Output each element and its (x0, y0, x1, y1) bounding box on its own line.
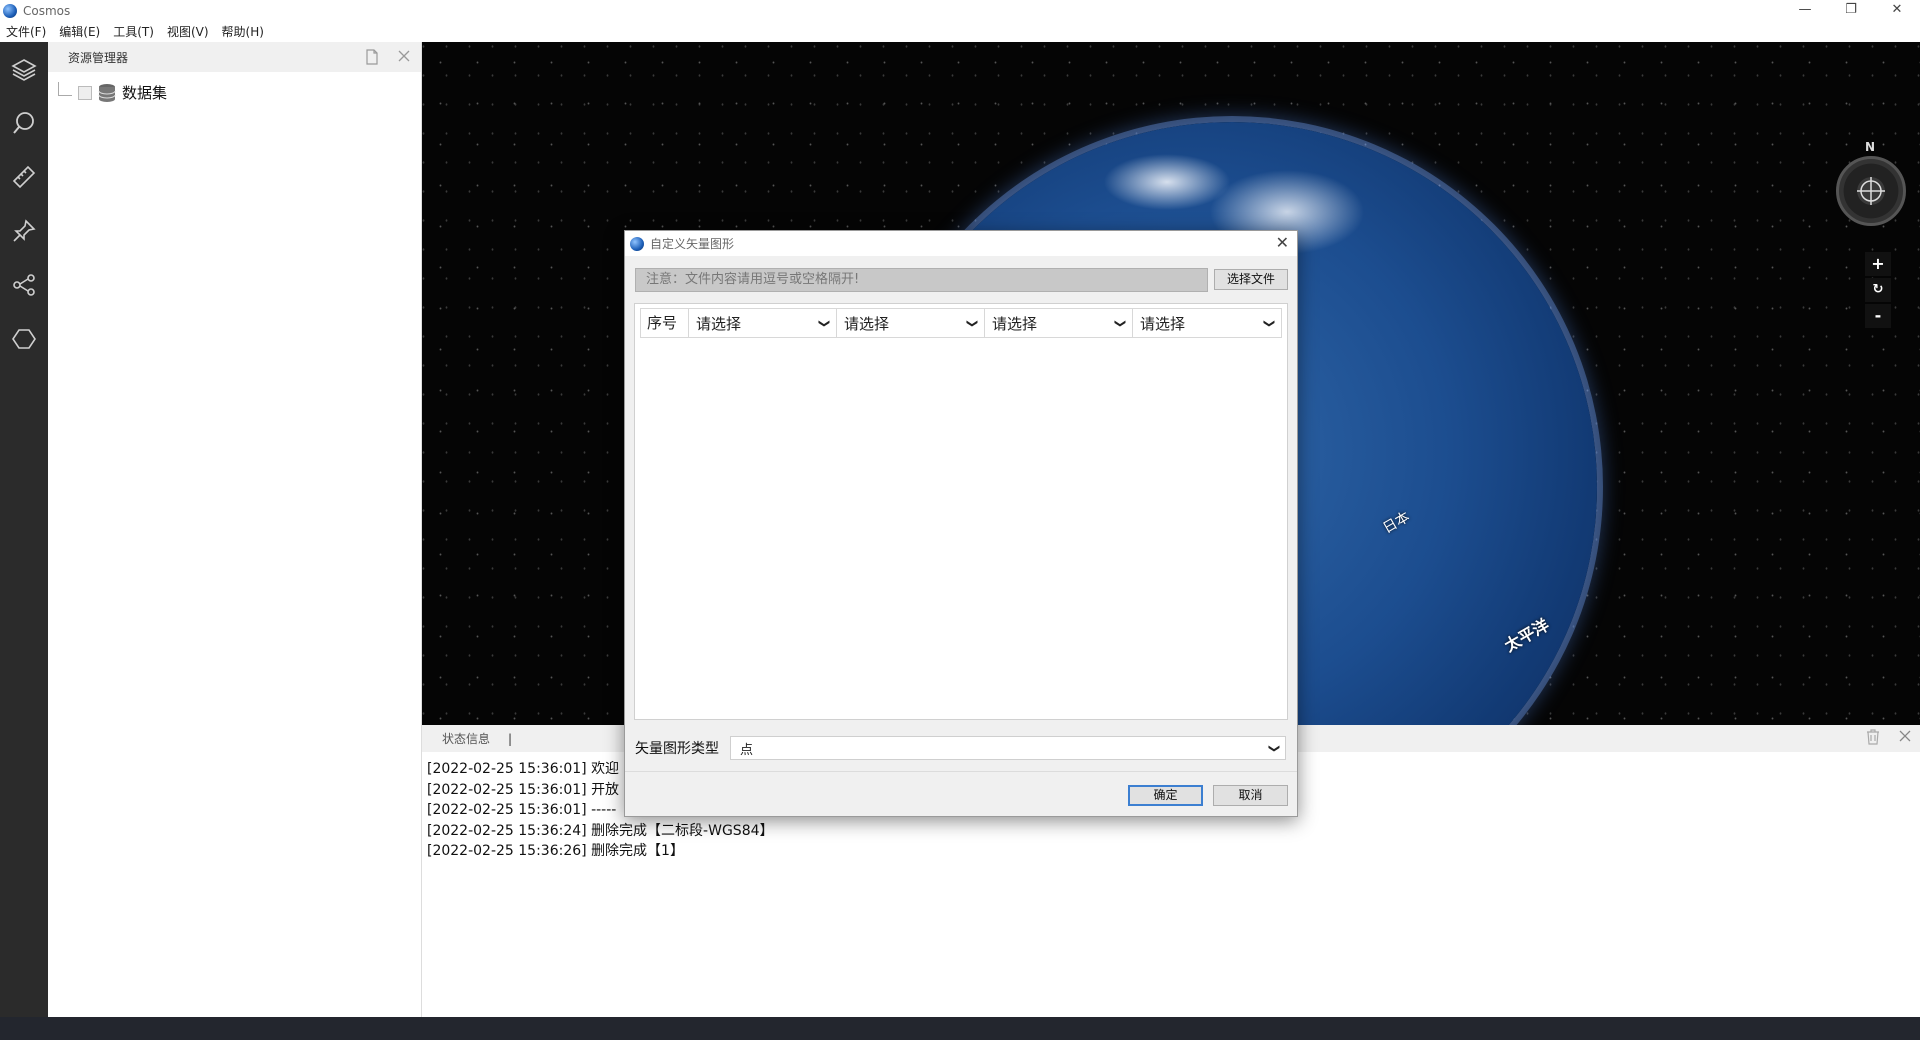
vector-type-label: 矢量图形类型 (635, 741, 719, 757)
tree-checkbox[interactable] (78, 85, 92, 100)
dialog-title-bar: 自定义矢量图形 ✕ (625, 231, 1297, 256)
chevron-down-icon: ❯ (1113, 318, 1127, 328)
column-select-2[interactable]: 请选择 ❯ (837, 309, 985, 337)
zoom-out-button[interactable]: - (1865, 304, 1891, 328)
menu-help[interactable]: 帮助(H) (222, 23, 264, 40)
tree-item-dataset[interactable]: 数据集 (58, 81, 168, 103)
title-bar: Cosmos — ❐ ✕ (0, 0, 1920, 21)
tool-rail (0, 42, 48, 1017)
choose-file-button[interactable]: 选择文件 (1214, 269, 1288, 290)
custom-vector-dialog: 自定义矢量图形 ✕ 注意：文件内容请用逗号或空格隔开! 选择文件 序号 请选择 ❯… (624, 230, 1298, 817)
chevron-down-icon: ❯ (1262, 318, 1276, 328)
rail-layers-button[interactable] (0, 42, 48, 96)
rail-measure-button[interactable] (0, 150, 48, 204)
compass[interactable]: N (1836, 140, 1906, 230)
search-icon (13, 112, 34, 134)
chevron-down-icon: ❯ (817, 318, 831, 328)
column-select-1[interactable]: 请选择 ❯ (689, 309, 837, 337)
chevron-down-icon: ❯ (1267, 743, 1281, 753)
bottom-bar (0, 1017, 1920, 1040)
menu-file[interactable]: 文件(F) (6, 23, 46, 40)
vector-type-row: 矢量图形类型 点 ❯ (635, 736, 1286, 760)
resource-panel: 资源管理器 数据集 (48, 42, 422, 1017)
tree-connector (58, 81, 72, 96)
menu-edit[interactable]: 编辑(E) (59, 23, 100, 40)
new-file-icon[interactable] (365, 49, 379, 65)
column-select-4[interactable]: 请选择 ❯ (1133, 309, 1281, 337)
select-value: 请选择 (844, 314, 890, 333)
chevron-down-icon: ❯ (965, 318, 979, 328)
select-value: 请选择 (992, 314, 1038, 333)
column-select-3[interactable]: 请选择 ❯ (985, 309, 1133, 337)
index-column-header: 序号 (641, 309, 689, 337)
zoom-controls: + ↻ - (1865, 252, 1891, 328)
select-value: 请选择 (696, 314, 742, 333)
reset-view-button[interactable]: ↻ (1865, 278, 1891, 302)
hexagon-icon (12, 329, 36, 349)
vector-type-select[interactable]: 点 ❯ (730, 736, 1286, 760)
share-icon (13, 274, 35, 296)
rail-pin-button[interactable] (0, 204, 48, 258)
minimize-button[interactable]: — (1782, 0, 1828, 21)
file-notice: 注意：文件内容请用逗号或空格隔开! (635, 268, 1208, 292)
compass-north-label: N (1865, 140, 1876, 154)
column-mapping-table: 序号 请选择 ❯ 请选择 ❯ 请选择 ❯ 请选择 ❯ (634, 303, 1288, 720)
close-status-icon[interactable] (1898, 729, 1912, 743)
dialog-close-button[interactable]: ✕ (1276, 233, 1289, 252)
ok-button[interactable]: 确定 (1128, 785, 1203, 806)
menu-view[interactable]: 视图(V) (167, 23, 209, 40)
restore-button[interactable]: ❐ (1828, 0, 1874, 21)
pin-icon (13, 219, 36, 242)
resource-panel-title: 资源管理器 (68, 50, 129, 65)
rail-polygon-button[interactable] (0, 312, 48, 366)
log-line: [2022-02-25 15:36:26] 删除完成【1】 (427, 843, 684, 859)
tree-item-label: 数据集 (122, 84, 168, 102)
close-window-button[interactable]: ✕ (1874, 0, 1920, 21)
table-header: 序号 请选择 ❯ 请选择 ❯ 请选择 ❯ 请选择 ❯ (640, 308, 1282, 338)
vector-type-value: 点 (740, 742, 754, 758)
window-controls: — ❐ ✕ (1782, 0, 1920, 21)
cancel-button[interactable]: 取消 (1213, 785, 1288, 806)
ruler-icon (12, 165, 36, 189)
status-separator: | (508, 731, 513, 746)
dialog-globe-icon (630, 236, 644, 251)
status-tab[interactable]: 状态信息 (442, 730, 490, 747)
log-line: [2022-02-25 15:36:24] 删除完成【二标段-WGS84】 (427, 822, 774, 839)
trash-icon[interactable] (1866, 729, 1880, 745)
database-icon (98, 83, 116, 102)
menu-bar: 文件(F) 编辑(E) 工具(T) 视图(V) 帮助(H) (0, 21, 1920, 42)
rail-share-button[interactable] (0, 258, 48, 312)
globe-label-japan: 日本 (1380, 508, 1413, 537)
menu-tools[interactable]: 工具(T) (113, 23, 154, 40)
resource-panel-header: 资源管理器 (48, 42, 421, 72)
zoom-in-button[interactable]: + (1865, 252, 1891, 276)
compass-icon (1857, 177, 1885, 205)
layers-icon (11, 59, 37, 81)
dialog-divider (625, 771, 1297, 772)
window-title: Cosmos (23, 3, 71, 18)
dialog-title: 自定义矢量图形 (650, 237, 735, 251)
globe-label-pacific: 太平洋 (1501, 615, 1553, 656)
close-panel-icon[interactable] (397, 49, 411, 63)
rail-search-button[interactable] (0, 96, 48, 150)
compass-ring[interactable] (1836, 156, 1906, 226)
select-value: 请选择 (1140, 314, 1186, 333)
app-globe-icon (3, 3, 17, 18)
